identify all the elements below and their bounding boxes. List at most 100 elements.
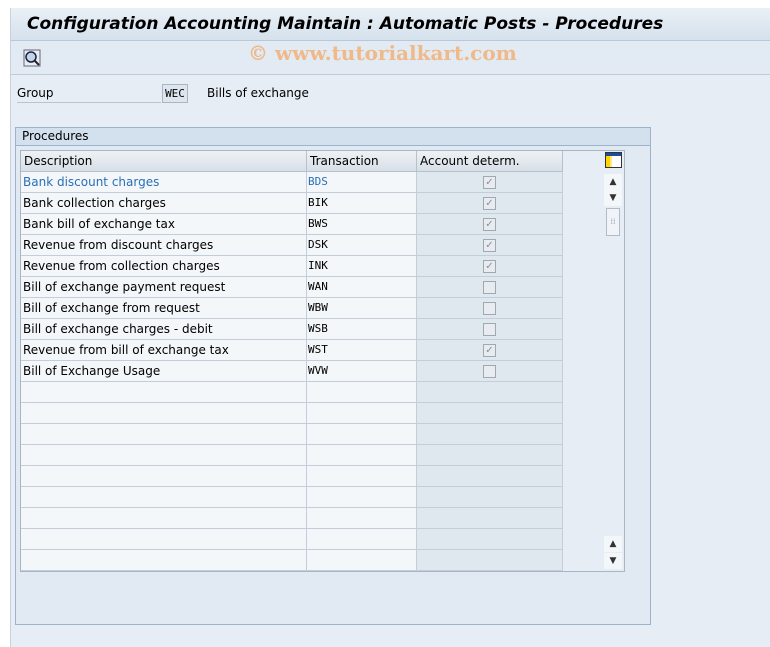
procedures-title: Procedures (16, 128, 650, 146)
table-row[interactable]: Revenue from discount charges DSK ✓ (21, 235, 563, 256)
description-cell: Revenue from bill of exchange tax (21, 340, 307, 361)
transaction-cell: DSK (307, 235, 417, 256)
transaction-cell: BIK (307, 193, 417, 214)
description-cell (21, 466, 307, 487)
account-determ-cell (417, 550, 563, 571)
account-determ-cell (417, 466, 563, 487)
transaction-cell: WAN (307, 277, 417, 298)
scroll-down-button-bottom[interactable]: ▼ (604, 553, 622, 569)
description-cell (21, 550, 307, 571)
scroll-down-button[interactable]: ▼ (604, 190, 622, 206)
transaction-cell (307, 550, 417, 571)
account-determ-cell: ✓ (417, 193, 563, 214)
transaction-cell (307, 445, 417, 466)
empty-table-row[interactable] (21, 424, 563, 445)
empty-table-row[interactable] (21, 382, 563, 403)
transaction-cell (307, 508, 417, 529)
description-cell (21, 487, 307, 508)
title-bar: Configuration Accounting Maintain : Auto… (11, 8, 770, 41)
description-cell: Bill of Exchange Usage (21, 361, 307, 382)
account-determ-cell: ✓ (417, 340, 563, 361)
description-cell (21, 403, 307, 424)
account-determ-cell: ✓ (417, 235, 563, 256)
account-determ-checkbox[interactable] (483, 365, 496, 378)
transaction-cell: WSB (307, 319, 417, 340)
account-determ-checkbox[interactable]: ✓ (483, 239, 496, 252)
empty-table-row[interactable] (21, 403, 563, 424)
transaction-cell: INK (307, 256, 417, 277)
table-row[interactable]: Bill of exchange from request WBW (21, 298, 563, 319)
transaction-cell (307, 424, 417, 445)
empty-table-row[interactable] (21, 508, 563, 529)
account-determ-checkbox[interactable]: ✓ (483, 260, 496, 273)
empty-table-row[interactable] (21, 550, 563, 571)
transaction-cell: WBW (307, 298, 417, 319)
empty-table-row[interactable] (21, 445, 563, 466)
toolbar: © www.tutorialkart.com (11, 41, 770, 75)
empty-table-row[interactable] (21, 529, 563, 550)
detail-view-icon[interactable] (23, 49, 41, 67)
description-cell (21, 382, 307, 403)
transaction-cell: WVW (307, 361, 417, 382)
table-row[interactable]: Bill of Exchange Usage WVW (21, 361, 563, 382)
transaction-cell: BWS (307, 214, 417, 235)
procedures-group-box: Procedures Description Transaction Accou… (15, 127, 651, 625)
group-description: Bills of exchange (207, 86, 309, 100)
vertical-scrollbar[interactable]: ▲ ▼ ⁞⁞ ▲ ▼ (602, 172, 624, 571)
table-row[interactable]: Bill of exchange payment request WAN (21, 277, 563, 298)
description-cell: Bank collection charges (21, 193, 307, 214)
table-row[interactable]: Revenue from collection charges INK ✓ (21, 256, 563, 277)
description-cell[interactable]: Bank discount charges (21, 172, 307, 193)
column-header-transaction[interactable]: Transaction (307, 151, 417, 172)
account-determ-cell (417, 298, 563, 319)
transaction-cell[interactable]: BDS (307, 172, 417, 193)
column-header-description[interactable]: Description (21, 151, 307, 172)
account-determ-checkbox[interactable]: ✓ (483, 344, 496, 357)
description-cell (21, 445, 307, 466)
table-settings-icon[interactable] (605, 152, 622, 168)
description-cell: Bill of exchange payment request (21, 277, 307, 298)
account-determ-cell: ✓ (417, 214, 563, 235)
account-determ-cell (417, 487, 563, 508)
account-determ-checkbox[interactable] (483, 323, 496, 336)
account-determ-cell (417, 508, 563, 529)
scroll-thumb[interactable]: ⁞⁞ (606, 208, 620, 236)
description-cell (21, 424, 307, 445)
scroll-up-button-bottom[interactable]: ▲ (604, 536, 622, 552)
account-determ-cell (417, 319, 563, 340)
scroll-up-button[interactable]: ▲ (604, 174, 622, 190)
account-determ-cell (417, 529, 563, 550)
account-determ-checkbox[interactable] (483, 281, 496, 294)
procedures-table: Description Transaction Account determ. … (20, 150, 625, 572)
account-determ-cell (417, 424, 563, 445)
account-determ-cell: ✓ (417, 256, 563, 277)
column-header-account-determ[interactable]: Account determ. (417, 151, 563, 172)
account-determ-checkbox[interactable] (483, 302, 496, 315)
transaction-cell (307, 529, 417, 550)
description-cell: Revenue from discount charges (21, 235, 307, 256)
watermark: © www.tutorialkart.com (248, 41, 517, 65)
description-cell: Bill of exchange from request (21, 298, 307, 319)
account-determ-cell: ✓ (417, 172, 563, 193)
group-field[interactable]: WEC (162, 84, 188, 103)
table-row[interactable]: Bill of exchange charges - debit WSB (21, 319, 563, 340)
table-row[interactable]: Revenue from bill of exchange tax WST ✓ (21, 340, 563, 361)
transaction-cell (307, 466, 417, 487)
table-row[interactable]: Bank collection charges BIK ✓ (21, 193, 563, 214)
account-determ-cell (417, 403, 563, 424)
account-determ-checkbox[interactable]: ✓ (483, 197, 496, 210)
account-determ-cell (417, 382, 563, 403)
transaction-cell (307, 487, 417, 508)
account-determ-cell (417, 361, 563, 382)
account-determ-checkbox[interactable]: ✓ (483, 218, 496, 231)
description-cell (21, 508, 307, 529)
window: Configuration Accounting Maintain : Auto… (10, 8, 770, 647)
table-row[interactable]: Bank discount charges BDS ✓ (21, 172, 563, 193)
page-title: Configuration Accounting Maintain : Auto… (27, 14, 664, 34)
description-cell: Revenue from collection charges (21, 256, 307, 277)
empty-table-row[interactable] (21, 487, 563, 508)
account-determ-checkbox[interactable]: ✓ (483, 176, 496, 189)
empty-table-row[interactable] (21, 466, 563, 487)
account-determ-cell (417, 445, 563, 466)
table-row[interactable]: Bank bill of exchange tax BWS ✓ (21, 214, 563, 235)
